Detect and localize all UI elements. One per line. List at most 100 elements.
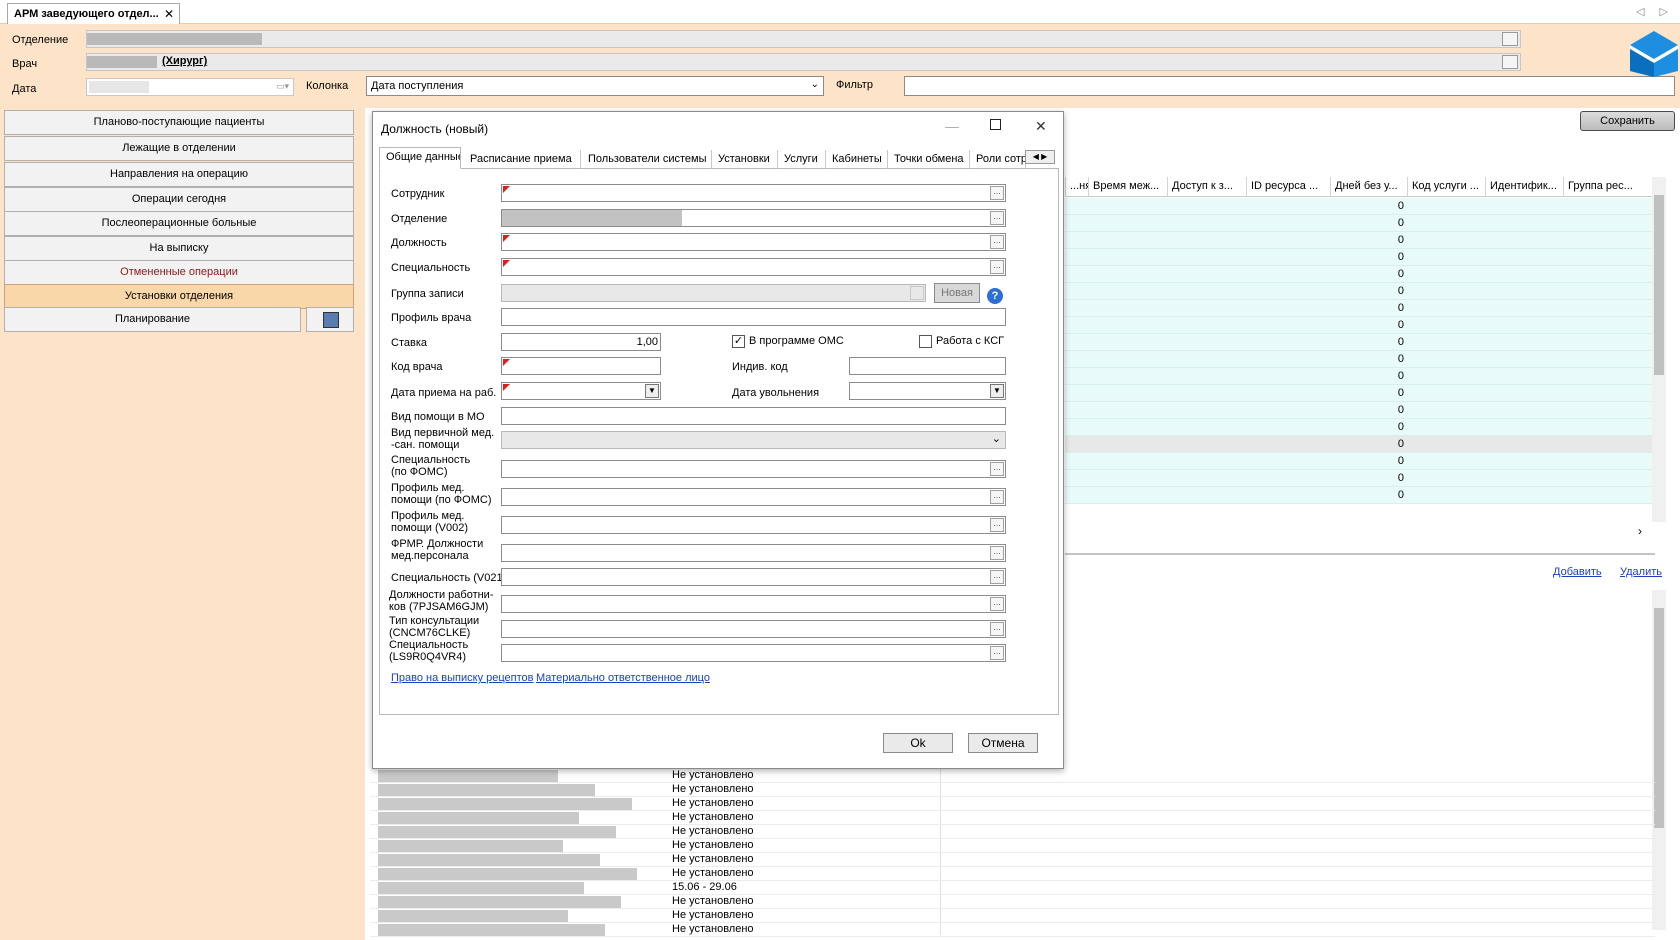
- position-field[interactable]: …: [501, 233, 1006, 251]
- save-button[interactable]: Сохранить: [1580, 111, 1675, 131]
- nav-surgery-referrals[interactable]: Направления на операцию: [4, 162, 354, 187]
- list-item[interactable]: Не установлено: [672, 825, 754, 837]
- spec-v021-field[interactable]: …: [501, 568, 1006, 586]
- primary-help-select[interactable]: ⌄: [501, 431, 1006, 449]
- grid-col-header[interactable]: Время меж...: [1088, 177, 1167, 197]
- department-field[interactable]: [86, 30, 1521, 48]
- close-icon[interactable]: ✕: [1035, 118, 1047, 135]
- ellipsis-icon[interactable]: [1502, 55, 1518, 69]
- hire-date-field[interactable]: ▼: [501, 382, 661, 400]
- employee-field[interactable]: …: [501, 184, 1006, 202]
- tab-general[interactable]: Общие данные: [379, 147, 461, 169]
- table-row[interactable]: [1065, 300, 1652, 317]
- rate-field[interactable]: 1,00: [501, 333, 661, 351]
- grid-col-header[interactable]: Идентифик...: [1485, 177, 1563, 197]
- table-row[interactable]: [1065, 470, 1652, 487]
- table-row[interactable]: [1065, 249, 1652, 266]
- list-item[interactable]: Не установлено: [672, 811, 754, 823]
- ksg-checkbox[interactable]: [919, 335, 932, 348]
- ok-button[interactable]: Ok: [883, 733, 953, 753]
- dropdown-arrow-icon[interactable]: ▼: [645, 384, 659, 398]
- table-row[interactable]: [1065, 385, 1652, 402]
- grid-col-header[interactable]: Доступ к з...: [1167, 177, 1246, 197]
- ellipsis-icon[interactable]: …: [990, 490, 1004, 504]
- spec-foms-field[interactable]: …: [501, 460, 1006, 478]
- grid-col-header[interactable]: ID ресурса ...: [1246, 177, 1330, 197]
- frmr-field[interactable]: …: [501, 544, 1006, 562]
- ellipsis-icon[interactable]: …: [990, 211, 1004, 225]
- nav-planning[interactable]: Планирование: [4, 307, 301, 332]
- table-row[interactable]: [1065, 334, 1652, 351]
- nav-postop-patients[interactable]: Послеоперационные больные: [4, 211, 354, 236]
- nav-planned-patients[interactable]: Планово-поступающие пациенты: [4, 110, 354, 135]
- ellipsis-icon[interactable]: …: [990, 235, 1004, 249]
- tab-roles[interactable]: Роли сотр: [970, 150, 1026, 169]
- tab-exchange-points[interactable]: Точки обмена: [888, 150, 970, 169]
- tab-rooms[interactable]: Кабинеты: [826, 150, 888, 169]
- fire-date-field[interactable]: ▼: [849, 382, 1006, 400]
- ellipsis-icon[interactable]: …: [990, 186, 1004, 200]
- date-field[interactable]: ▭▾: [86, 78, 294, 96]
- table-row[interactable]: [1065, 419, 1652, 436]
- ellipsis-icon[interactable]: [1502, 32, 1518, 46]
- responsible-person-link[interactable]: Материально ответственное лицо: [536, 672, 710, 684]
- table-row[interactable]: [1065, 283, 1652, 300]
- add-link[interactable]: Добавить: [1553, 566, 1602, 578]
- calendar-icon[interactable]: ▭▾: [276, 81, 289, 92]
- department-field[interactable]: …: [501, 209, 1006, 227]
- table-row[interactable]: [1065, 453, 1652, 470]
- doctor-profile-field[interactable]: [501, 308, 1006, 326]
- delete-link[interactable]: Удалить: [1620, 566, 1662, 578]
- ellipsis-icon[interactable]: …: [990, 260, 1004, 274]
- consult-field[interactable]: …: [501, 620, 1006, 638]
- tab-arm[interactable]: АРМ заведующего отдел... ✕: [7, 3, 180, 24]
- profile-v002-field[interactable]: …: [501, 516, 1006, 534]
- help-icon[interactable]: ?: [987, 288, 1003, 304]
- nav-cancelled-surgeries[interactable]: Отмененные операции: [4, 260, 354, 285]
- oms-checkbox[interactable]: ✓: [732, 335, 745, 348]
- tab-settings[interactable]: Установки: [712, 150, 778, 169]
- specialty-field[interactable]: …: [501, 258, 1006, 276]
- tab-services[interactable]: Услуги: [778, 150, 826, 169]
- table-row[interactable]: [1065, 198, 1652, 215]
- record-group-field[interactable]: [501, 284, 926, 302]
- list-item[interactable]: Не установлено: [672, 867, 754, 879]
- tab-scroll-icons[interactable]: ◁ ▷: [1636, 5, 1674, 18]
- scroll-thumb[interactable]: [1654, 195, 1664, 375]
- grid-col-header[interactable]: ...ня...: [1065, 177, 1088, 197]
- tab-scroll-arrows-icon[interactable]: ◀ ▶: [1025, 150, 1055, 164]
- grid-col-header[interactable]: Код услуги ...: [1407, 177, 1485, 197]
- list-item[interactable]: Не установлено: [672, 797, 754, 809]
- workers-field[interactable]: …: [501, 595, 1006, 613]
- list-item[interactable]: Не установлено: [672, 909, 754, 921]
- tab-schedule[interactable]: Расписание приема: [464, 150, 581, 169]
- ellipsis-icon[interactable]: …: [990, 518, 1004, 532]
- minimize-icon[interactable]: —: [945, 118, 959, 134]
- grid-vscroll[interactable]: [1652, 177, 1666, 522]
- chevron-right-icon[interactable]: ›: [1638, 524, 1642, 538]
- table-row[interactable]: [1065, 402, 1652, 419]
- recipes-link[interactable]: Право на выписку рецептов: [391, 672, 534, 684]
- list-item[interactable]: Не установлено: [672, 783, 754, 795]
- ellipsis-icon[interactable]: …: [990, 646, 1004, 660]
- list-item[interactable]: Не установлено: [672, 895, 754, 907]
- spec-ls-field[interactable]: …: [501, 644, 1006, 662]
- table-row[interactable]: [1065, 215, 1652, 232]
- table-row[interactable]: [1065, 317, 1652, 334]
- scroll-thumb[interactable]: [1654, 608, 1664, 828]
- column-select[interactable]: Дата поступления ⌄: [366, 76, 824, 96]
- ellipsis-icon[interactable]: …: [990, 622, 1004, 636]
- doctor-field[interactable]: (Хирург): [86, 53, 1521, 71]
- new-group-button[interactable]: Новая: [934, 283, 980, 303]
- close-icon[interactable]: ✕: [164, 7, 174, 21]
- nav-discharge[interactable]: На выписку: [4, 236, 354, 261]
- list-item[interactable]: 15.06 - 29.06: [672, 881, 737, 893]
- ellipsis-icon[interactable]: …: [990, 570, 1004, 584]
- lower-vscroll[interactable]: [1652, 590, 1666, 930]
- dropdown-arrow-icon[interactable]: ▼: [990, 384, 1004, 398]
- table-row[interactable]: [1065, 436, 1652, 453]
- cancel-button[interactable]: Отмена: [968, 733, 1038, 753]
- table-row[interactable]: [1065, 266, 1652, 283]
- profile-foms-field[interactable]: …: [501, 488, 1006, 506]
- nav-inpatients[interactable]: Лежащие в отделении: [4, 136, 354, 161]
